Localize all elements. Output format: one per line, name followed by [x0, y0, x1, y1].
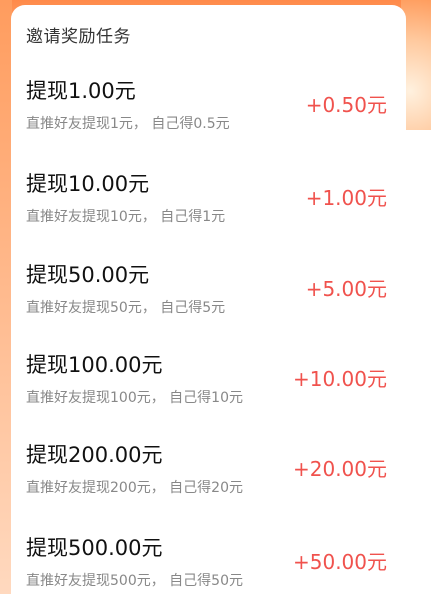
- task-item[interactable]: 提现50.00元 直推好友提现50元， 自己得5元 +5.00元: [0, 259, 431, 339]
- task-description: 直推好友提现100元， 自己得10元: [26, 390, 243, 406]
- task-description: 直推好友提现500元， 自己得50元: [26, 573, 243, 589]
- task-reward[interactable]: +0.50元: [306, 89, 387, 118]
- task-item[interactable]: 提现200.00元 直推好友提现200元， 自己得20元 +20.00元: [0, 439, 431, 519]
- task-item[interactable]: 提现1.00元 直推好友提现1元， 自己得0.5元 +0.50元: [0, 75, 431, 155]
- task-item[interactable]: 提现100.00元 直推好友提现100元， 自己得10元 +10.00元: [0, 349, 431, 429]
- task-title: 提现100.00元: [26, 353, 163, 377]
- section-title: 邀请奖励任务: [26, 27, 131, 47]
- task-title: 提现200.00元: [26, 443, 163, 467]
- task-reward[interactable]: +20.00元: [293, 453, 387, 482]
- task-item[interactable]: 提现10.00元 直推好友提现10元， 自己得1元 +1.00元: [0, 168, 431, 248]
- task-reward[interactable]: +1.00元: [306, 182, 387, 211]
- task-description: 直推好友提现10元， 自己得1元: [26, 209, 226, 225]
- task-title: 提现10.00元: [26, 172, 150, 196]
- task-title: 提现500.00元: [26, 536, 163, 560]
- task-description: 直推好友提现200元， 自己得20元: [26, 480, 243, 496]
- task-reward[interactable]: +10.00元: [293, 363, 387, 392]
- task-description: 直推好友提现50元， 自己得5元: [26, 300, 226, 316]
- task-description: 直推好友提现1元， 自己得0.5元: [26, 116, 230, 132]
- task-title: 提现50.00元: [26, 263, 150, 287]
- task-reward[interactable]: +50.00元: [293, 546, 387, 575]
- task-reward[interactable]: +5.00元: [306, 273, 387, 302]
- task-title: 提现1.00元: [26, 79, 136, 103]
- task-item[interactable]: 提现500.00元 直推好友提现500元， 自己得50元 +50.00元: [0, 532, 431, 594]
